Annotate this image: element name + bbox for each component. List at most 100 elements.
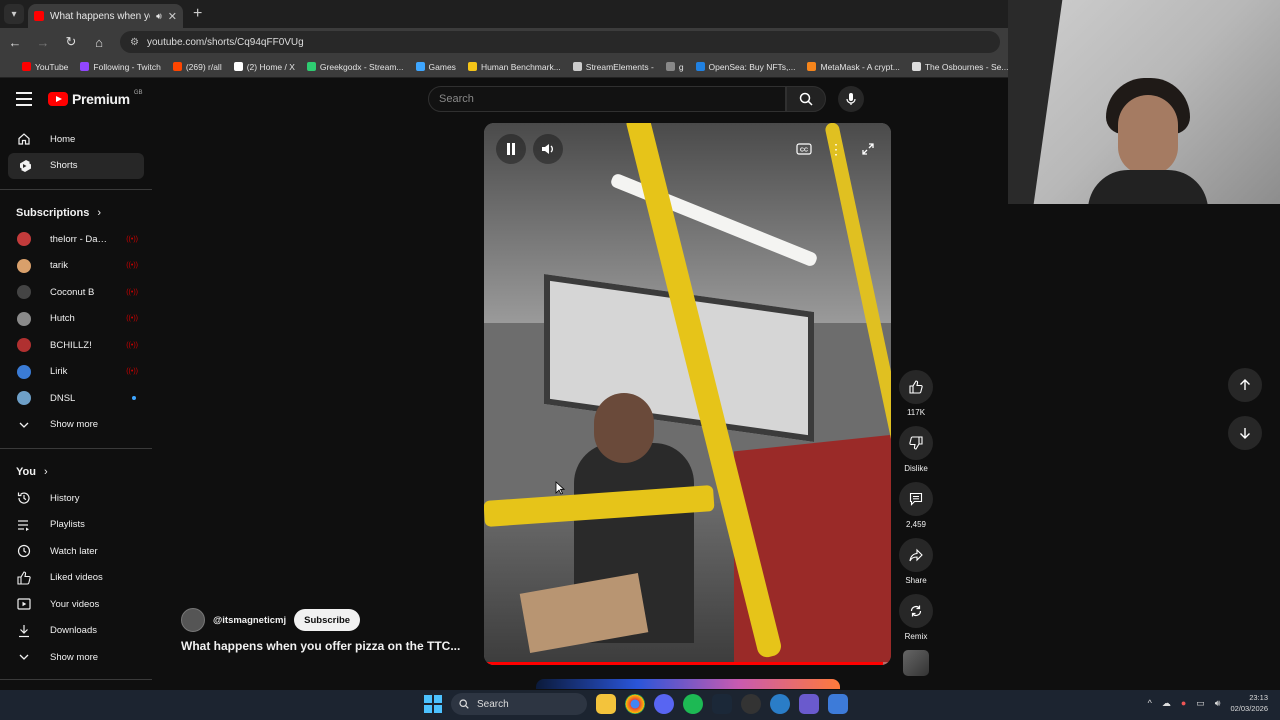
volume-button[interactable] [533, 134, 563, 164]
shorts-navigation [1228, 368, 1262, 464]
bookmark-label: StreamElements - [585, 61, 654, 72]
sound-thumbnail[interactable] [903, 650, 929, 676]
youtube-logo[interactable]: Premium GB [48, 90, 142, 107]
dislike-button[interactable] [899, 426, 933, 460]
sidebar-item-history[interactable]: History [8, 485, 144, 512]
onedrive-icon[interactable]: ☁︎ [1162, 698, 1171, 709]
bookmark-item[interactable]: Following - Twitch [80, 62, 161, 72]
sidebar-subscription-item[interactable]: Hutch ((•)) [8, 306, 144, 333]
video-progress-bar[interactable] [484, 662, 891, 665]
subscriptions-show-more[interactable]: Show more [8, 412, 144, 439]
bookmark-item[interactable]: Human Benchmark... [467, 62, 561, 72]
bookmark-label: MetaMask - A crypt... [820, 61, 900, 72]
obs-icon[interactable] [741, 694, 761, 714]
windows-taskbar: Search ^ ☁︎ ● ▭ 🔊︎ 23:13 02/03/2026 [0, 690, 1280, 720]
sidebar-subscription-item[interactable]: DNSL [8, 385, 144, 412]
sidebar-subscription-item[interactable]: Coconut B ((•)) [8, 279, 144, 306]
back-icon[interactable]: ← [8, 35, 22, 50]
network-icon[interactable]: ▭ [1196, 698, 1205, 709]
next-short-button[interactable] [1228, 416, 1262, 450]
browser-tab-active[interactable]: What happens when you offer pizza 🔊︎ ✕ [28, 4, 183, 28]
ccleaner-icon[interactable] [770, 694, 790, 714]
sidebar-item-downloads[interactable]: Downloads [8, 618, 144, 645]
speaker-icon[interactable]: 🔊︎ [156, 11, 162, 22]
reload-icon[interactable]: ↻ [64, 34, 78, 50]
sidebar-item-home[interactable]: Home [8, 126, 144, 153]
bookmark-item[interactable]: Games [415, 62, 456, 72]
sidebar-item-your-videos[interactable]: Your videos [8, 591, 144, 618]
bookmark-item[interactable]: StreamElements - [572, 61, 654, 72]
previous-short-button[interactable] [1228, 368, 1262, 402]
home-icon[interactable]: ⌂ [92, 35, 106, 50]
like-button[interactable] [899, 370, 933, 404]
share-button[interactable] [899, 538, 933, 572]
bookmark-item[interactable]: YouTube [22, 62, 68, 72]
menu-icon[interactable] [16, 92, 32, 106]
tray-overflow-icon[interactable]: ^ [1148, 698, 1152, 708]
captions-button[interactable]: CC [789, 134, 819, 164]
channel-name[interactable]: @itsmagneticmj [213, 615, 286, 626]
bookmark-item[interactable]: g [665, 61, 684, 72]
more-options-button[interactable]: ⋮ [821, 134, 851, 164]
bookmark-item[interactable]: MetaMask - A crypt... [807, 61, 900, 72]
you-show-more[interactable]: Show more [8, 644, 144, 671]
bookmark-item[interactable]: OpenSea: Buy NFTs,... [695, 62, 795, 72]
file-explorer-icon[interactable] [596, 694, 616, 714]
fullscreen-button[interactable] [853, 134, 883, 164]
chrome-icon[interactable] [625, 694, 645, 714]
sidebar-item-liked-videos[interactable]: Liked videos [8, 565, 144, 592]
bookmark-item[interactable]: The Osbournes - Se... [911, 62, 1008, 72]
taskbar-search[interactable]: Search [451, 693, 587, 715]
sidebar-item-watch-later[interactable]: Watch later [8, 538, 144, 565]
voice-search-button[interactable] [838, 86, 864, 112]
apps-icon[interactable] [8, 62, 10, 72]
volume-icon[interactable]: 🔊︎ [1215, 698, 1221, 709]
comments-action: 2,459 [899, 482, 933, 529]
start-button[interactable] [424, 695, 442, 713]
subscriptions-heading[interactable]: Subscriptions › [0, 200, 152, 226]
sidebar-item-shorts[interactable]: Shorts [8, 152, 144, 179]
video-title[interactable]: What happens when you offer pizza on the… [181, 639, 460, 653]
channel-avatar[interactable] [181, 608, 205, 632]
you-heading[interactable]: You › [0, 459, 152, 485]
bookmark-item[interactable]: Greekgodx - Stream... [306, 62, 404, 72]
thumbs-up-icon [909, 380, 923, 394]
bookmark-label: g [678, 61, 684, 72]
search-button[interactable] [786, 86, 826, 112]
sidebar-subscription-item[interactable]: Lirik ((•)) [8, 359, 144, 386]
security-icon[interactable] [828, 694, 848, 714]
new-tab-button[interactable]: + [193, 5, 202, 23]
spotify-icon[interactable] [683, 694, 703, 714]
search-input[interactable]: Search [428, 86, 786, 112]
remix-button[interactable] [899, 594, 933, 628]
pause-button[interactable] [496, 134, 526, 164]
shorts-video-player[interactable]: CC ⋮ [484, 123, 891, 665]
channel-avatar [16, 284, 32, 300]
pause-icon [507, 143, 515, 155]
microphone-icon[interactable]: ● [1181, 698, 1186, 708]
comments-button[interactable] [899, 482, 933, 516]
calculator-app-icon[interactable] [799, 694, 819, 714]
sidebar-subscription-item[interactable]: thelorr - Dark an... ((•)) [8, 226, 144, 253]
subscribe-button[interactable]: Subscribe [294, 609, 361, 631]
tab-search-button[interactable]: ▾ [4, 4, 24, 24]
mouse-cursor-icon [555, 481, 565, 495]
discord-icon[interactable] [654, 694, 674, 714]
clock[interactable]: 23:13 02/03/2026 [1230, 692, 1268, 714]
bookmark-item[interactable]: (269) r/all [172, 62, 222, 72]
close-tab-icon[interactable]: ✕ [168, 10, 177, 23]
subscriptions-heading-label: Subscriptions [16, 207, 90, 219]
next-short-preview[interactable] [536, 679, 840, 689]
bookmark-item[interactable]: (2) Home / X [233, 62, 295, 72]
chevron-right-icon: › [97, 207, 102, 219]
microphone-icon [846, 93, 856, 105]
site-info-icon[interactable]: ⚙︎ [130, 37, 139, 48]
forward-icon[interactable]: → [36, 35, 50, 50]
address-bar[interactable]: ⚙︎ youtube.com/shorts/Cq94qFF0VUg [120, 31, 1000, 53]
sidebar-subscription-item[interactable]: BCHILLZ! ((•)) [8, 332, 144, 359]
sidebar-subscription-item[interactable]: tarik ((•)) [8, 253, 144, 280]
sidebar-item-playlists[interactable]: Playlists [8, 512, 144, 539]
bookmark-favicon-icon [80, 62, 90, 71]
steam-icon[interactable] [712, 694, 732, 714]
sidebar: Home Shorts Subscriptions › thelorr - Da… [0, 126, 152, 690]
